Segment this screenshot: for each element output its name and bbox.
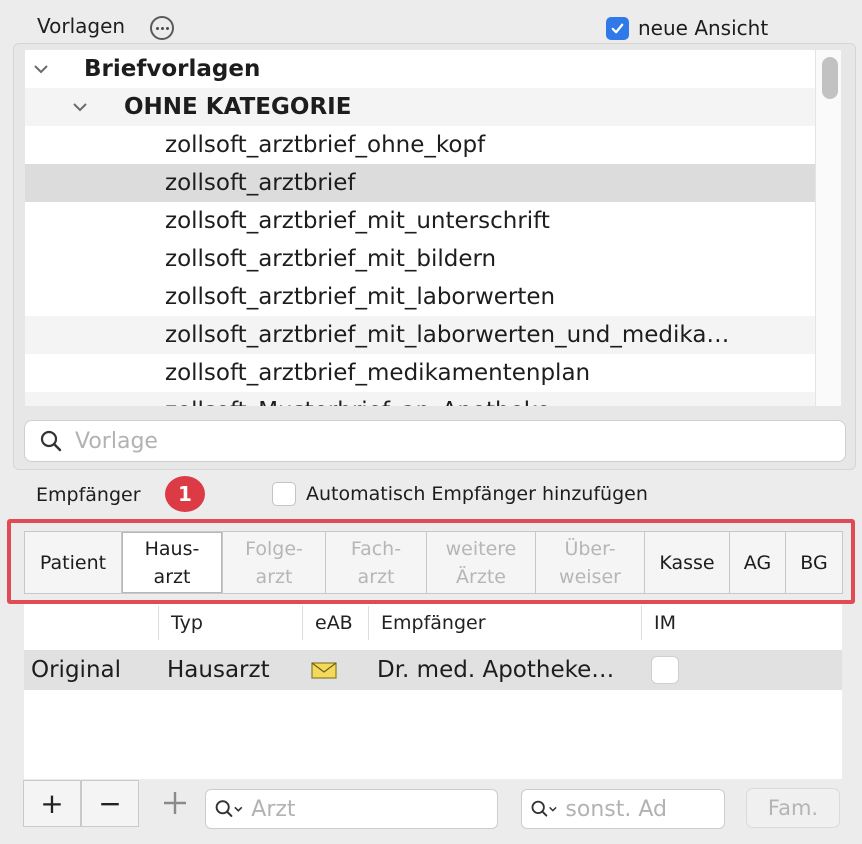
tree-item[interactable]: zollsoft_arztbrief_mit_unterschrift	[25, 202, 815, 240]
auto-add-recipient-label: Automatisch Empfänger hinzufügen	[306, 483, 648, 505]
family-button[interactable]: Fam.	[746, 788, 840, 828]
tab-patient[interactable]: Patient	[25, 532, 122, 593]
tree-item[interactable]: zollsoft_arztbrief_medikamentenplan	[25, 354, 815, 392]
step-badge: 1	[165, 476, 205, 512]
envelope-icon	[311, 662, 337, 679]
template-tree[interactable]: Briefvorlagen OHNE KATEGORIE zollsoft_ar…	[25, 50, 841, 406]
neue-ansicht-toggle[interactable]: neue Ansicht	[606, 16, 768, 40]
tree-scrollbar[interactable]	[815, 50, 841, 406]
checkbox-unchecked-icon[interactable]	[272, 482, 296, 506]
search-icon	[40, 430, 62, 452]
recipient-table: Typ eAB Empfänger IM Original Hausarzt D…	[24, 604, 842, 779]
checkbox-checked-icon[interactable]	[606, 16, 629, 40]
template-search[interactable]	[24, 420, 846, 462]
add-plain-button[interactable]	[160, 788, 190, 818]
tree-item-selected[interactable]: zollsoft_arztbrief	[25, 164, 815, 202]
tree-item[interactable]: zollsoft_arztbrief_ohne_kopf	[25, 126, 815, 164]
more-options-icon[interactable]	[150, 16, 174, 40]
chevron-down-icon[interactable]	[69, 88, 91, 126]
tab-bg[interactable]: BG	[786, 532, 842, 593]
column-header-eab[interactable]: eAB	[303, 604, 353, 642]
tab-facharzt[interactable]: Fach-arzt	[326, 532, 427, 593]
table-row[interactable]: Original Hausarzt Dr. med. Apotheke…	[24, 650, 842, 690]
arzt-search[interactable]	[205, 789, 498, 829]
recipients-label: Empfänger	[36, 484, 141, 506]
tree-item[interactable]: zollsoft_Musterbrief_an_Apotheke	[25, 392, 815, 406]
search-dropdown-icon[interactable]	[214, 797, 245, 821]
tree-root-label: Briefvorlagen	[84, 56, 261, 82]
tree-root-row[interactable]: Briefvorlagen	[25, 50, 815, 88]
column-header-im[interactable]: IM	[642, 604, 676, 642]
im-checkbox[interactable]	[651, 656, 679, 684]
tab-weitere-aerzte[interactable]: weitere Ärzte	[427, 532, 536, 593]
tree-item[interactable]: zollsoft_arztbrief_mit_laborwerten_und_m…	[25, 316, 815, 354]
tree-item[interactable]: zollsoft_arztbrief_mit_bildern	[25, 240, 815, 278]
remove-recipient-button[interactable]: −	[81, 780, 139, 827]
recipient-type-tabs: Patient Haus-arzt Folge-arzt Fach-arzt w…	[24, 531, 843, 594]
search-dropdown-icon[interactable]	[530, 797, 559, 821]
tree-item[interactable]: zollsoft_arztbrief_mit_laborwerten	[25, 278, 815, 316]
templates-title: Vorlagen	[37, 14, 126, 38]
chevron-down-icon[interactable]	[30, 50, 52, 88]
template-search-input[interactable]	[75, 428, 775, 454]
column-header-typ[interactable]: Typ	[159, 604, 203, 642]
plus-icon	[164, 792, 186, 814]
column-header-empfaenger[interactable]: Empfänger	[369, 604, 486, 642]
row-empfaenger: Dr. med. Apotheke…	[377, 657, 615, 683]
tree-scrollbar-thumb[interactable]	[822, 57, 838, 99]
row-kind: Original	[31, 657, 122, 683]
other-address-search-input[interactable]	[565, 796, 724, 822]
tab-hausarzt[interactable]: Haus-arzt	[122, 532, 223, 593]
add-recipient-button[interactable]: +	[23, 780, 81, 827]
tab-ueberweiser[interactable]: Über-weiser	[536, 532, 645, 593]
arzt-search-input[interactable]	[251, 796, 497, 822]
row-typ: Hausarzt	[167, 657, 270, 683]
neue-ansicht-label: neue Ansicht	[638, 16, 769, 40]
other-address-search[interactable]	[521, 789, 725, 829]
tab-folgearzt[interactable]: Folge-arzt	[223, 532, 326, 593]
auto-add-recipient-toggle[interactable]: Automatisch Empfänger hinzufügen	[272, 482, 648, 506]
tree-category-label: OHNE KATEGORIE	[124, 94, 352, 120]
tab-ag[interactable]: AG	[730, 532, 786, 593]
tree-category-row[interactable]: OHNE KATEGORIE	[25, 88, 815, 126]
tab-kasse[interactable]: Kasse	[645, 532, 730, 593]
